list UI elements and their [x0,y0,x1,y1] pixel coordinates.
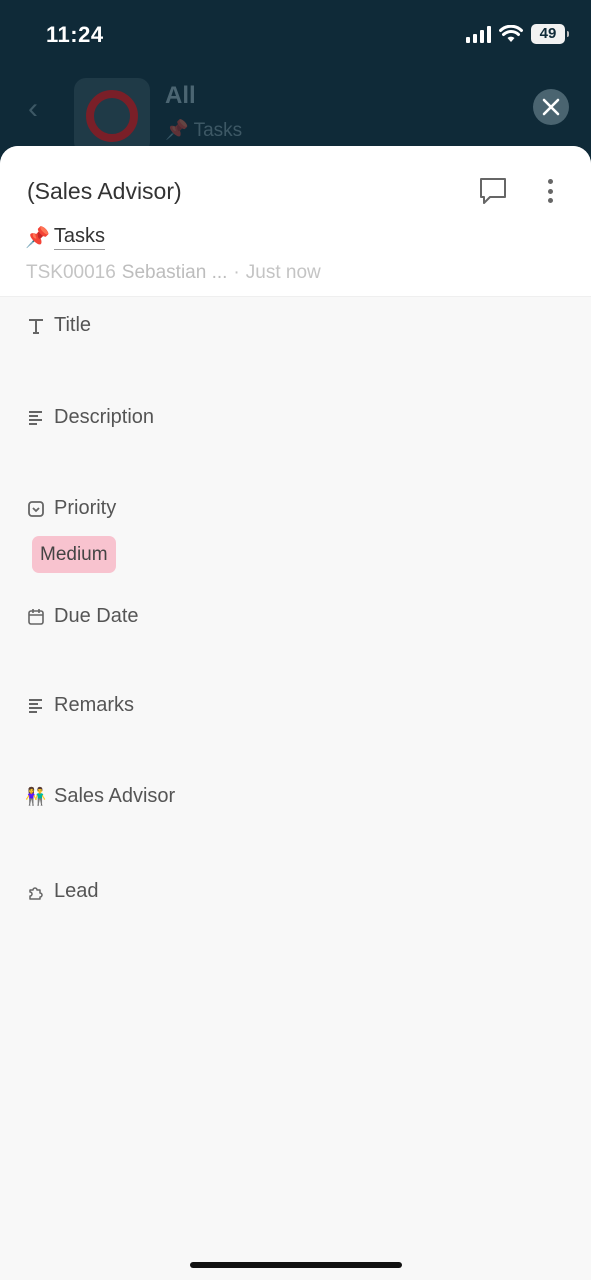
field-label: Title [54,314,92,336]
field-lead[interactable]: Lead [26,880,99,903]
cellular-signal-icon [466,25,491,43]
record-header: (Sales Advisor) 📌 Tasks TSK00016 Sebasti… [0,146,591,297]
home-indicator[interactable] [190,1262,402,1268]
priority-value-chip[interactable]: Medium [32,536,116,573]
field-label: Due Date [54,605,139,627]
field-title[interactable]: Title [26,314,91,337]
people-icon: 👫 [25,786,47,806]
table-name: Tasks [53,225,106,250]
battery-icon: 49 [531,24,569,44]
record-creator: Sebastian ... [121,262,228,283]
more-dots-icon [547,179,553,184]
field-label: Sales Advisor [54,785,176,807]
pin-icon: 📌 [25,227,50,249]
close-icon [542,98,560,116]
lines-icon [26,696,46,716]
background-app-header: ‹ All 📌 Tasks [0,70,591,154]
comment-button[interactable] [478,176,510,206]
background-title: All [165,82,196,109]
status-time: 11:24 [46,22,104,47]
close-button[interactable] [533,89,569,125]
record-meta: TSK00016 Sebastian ... · Just now [26,262,321,284]
record-title: (Sales Advisor) [27,178,182,204]
status-bar: 11:24 49 [0,0,591,70]
wifi-icon [499,25,523,42]
field-remarks[interactable]: Remarks [26,694,134,717]
record-sheet: (Sales Advisor) 📌 Tasks TSK00016 Sebasti… [0,146,591,1280]
record-id: TSK00016 [26,262,116,283]
calendar-icon [26,607,46,627]
field-label: Description [54,406,155,428]
select-icon [26,499,46,519]
comment-icon [480,178,506,204]
field-label: Priority [54,497,117,519]
puzzle-icon [26,882,46,902]
field-label: Lead [54,880,99,902]
field-label: Remarks [54,694,135,716]
lines-icon [26,408,46,428]
field-due-date[interactable]: Due Date [26,605,139,628]
more-options-button[interactable] [540,176,560,206]
record-updated: Just now [245,262,321,283]
field-sales-advisor[interactable]: 👫 Sales Advisor [25,785,176,808]
text-icon [26,316,46,336]
status-icons: 49 [466,24,569,44]
meta-separator: · [233,262,240,283]
table-link[interactable]: 📌 Tasks [25,225,106,250]
background-subtitle: 📌 Tasks [165,120,243,141]
pin-icon: 📌 [165,120,189,141]
app-logo [74,78,150,154]
field-description[interactable]: Description [26,406,154,429]
back-arrow-icon: ‹ [28,92,38,125]
field-priority[interactable]: Priority [26,497,116,520]
